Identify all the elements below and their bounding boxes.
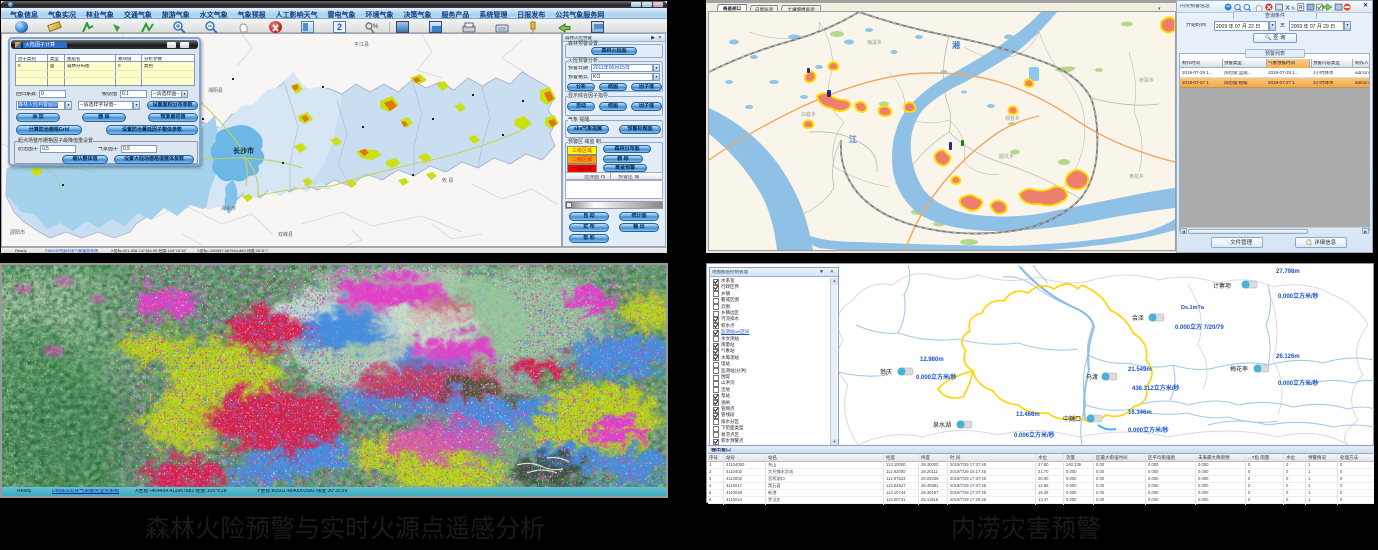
- svg-text:平江县: 平江县: [354, 41, 369, 48]
- svg-text:16.346m: 16.346m: [1128, 410, 1152, 416]
- svg-text:0.000立方米/秒: 0.000立方米/秒: [1278, 292, 1319, 300]
- svg-text:12.980m: 12.980m: [920, 357, 944, 363]
- svg-text:翁庆: 翁庆: [880, 368, 892, 376]
- svg-text:长沙市: 长沙市: [233, 146, 254, 155]
- svg-text:黄花乡: 黄花乡: [1129, 173, 1144, 180]
- svg-text:0.000立方 7/20/79: 0.000立方 7/20/79: [1175, 323, 1224, 331]
- svg-text:湘乡市: 湘乡市: [221, 205, 236, 212]
- svg-text:桥驿乡: 桥驿乡: [1139, 77, 1154, 84]
- svg-text:27.798m: 27.798m: [1276, 269, 1300, 275]
- svg-text:湘阴县: 湘阴县: [208, 87, 223, 94]
- svg-text:%: %: [373, 24, 379, 30]
- svg-text:21.549m: 21.549m: [1128, 367, 1152, 373]
- svg-text:Ds.1m?a: Ds.1m?a: [1181, 305, 1205, 311]
- svg-text:观音乡: 观音乡: [1005, 115, 1020, 122]
- svg-text:0.000立方米/秒: 0.000立方米/秒: [1128, 426, 1169, 434]
- svg-text:梅花率: 梅花率: [1230, 365, 1248, 373]
- svg-text:湘: 湘: [952, 40, 960, 50]
- svg-text:攸 县: 攸 县: [442, 177, 453, 184]
- svg-text:圆坑乡: 圆坑乡: [999, 153, 1014, 160]
- svg-text:计寨项: 计寨项: [1213, 282, 1231, 290]
- svg-text:13.466m: 13.466m: [1016, 412, 1040, 418]
- svg-text:白箬乡: 白箬乡: [801, 111, 816, 118]
- svg-text:梅溪乡: 梅溪乡: [867, 39, 882, 46]
- svg-text:中舖口: 中舖口: [1063, 415, 1081, 423]
- svg-text:邵阳市: 邵阳市: [10, 229, 25, 236]
- svg-text:0.000立方米/秒: 0.000立方米/秒: [916, 373, 957, 381]
- svg-text:双峰县: 双峰县: [278, 231, 293, 238]
- svg-text:0.006立方米/秒: 0.006立方米/秒: [1014, 431, 1055, 439]
- svg-text:马渡: 马渡: [1086, 373, 1098, 381]
- svg-text:江: 江: [849, 134, 857, 144]
- svg-text:%: %: [1291, 6, 1295, 11]
- svg-text:0.000立方米/秒: 0.000立方米/秒: [1278, 379, 1319, 387]
- svg-text:泉水湖: 泉水湖: [933, 421, 951, 429]
- svg-text:26.126m: 26.126m: [1276, 354, 1300, 360]
- svg-text:436.312立方米/秒: 436.312立方米/秒: [1132, 384, 1179, 392]
- svg-text:会泽: 会泽: [1132, 314, 1144, 322]
